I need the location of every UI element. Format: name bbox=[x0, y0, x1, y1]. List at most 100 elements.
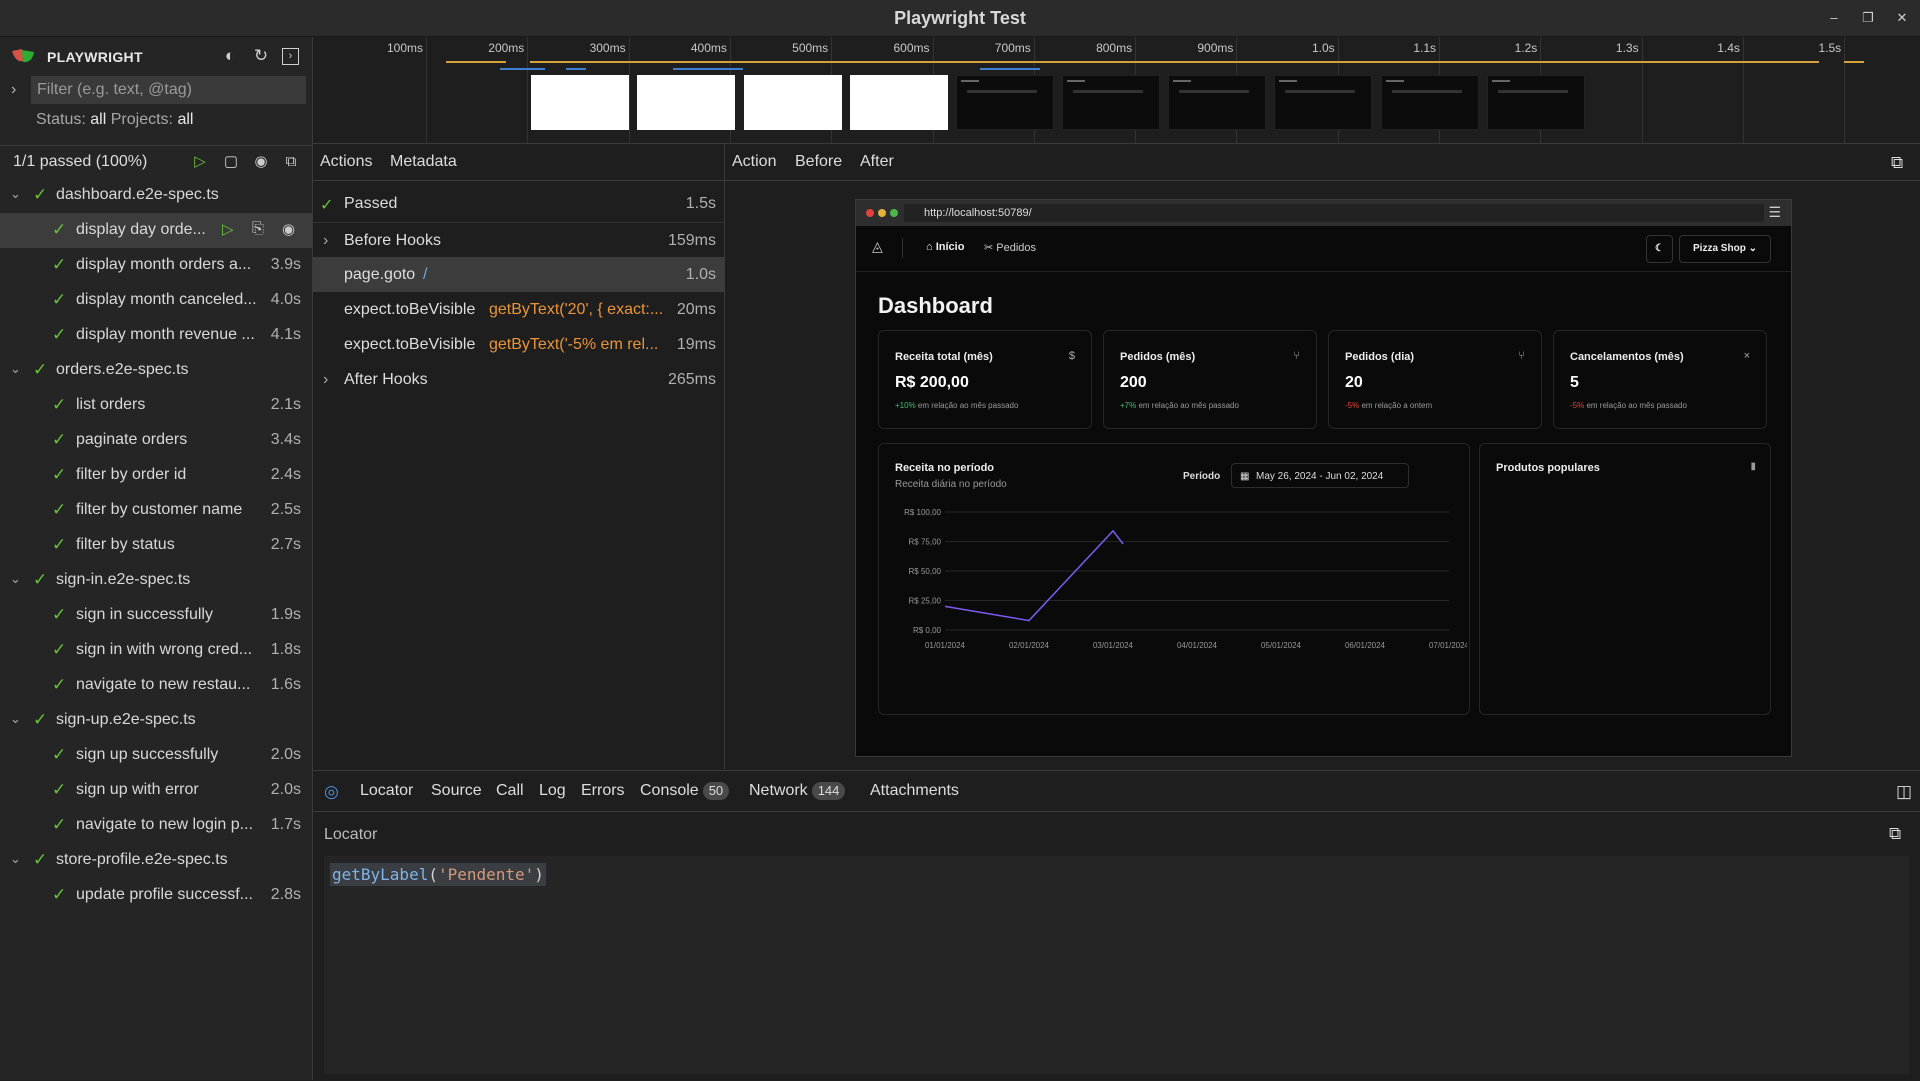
layout-toggle-icon[interactable]: ◫ bbox=[1896, 782, 1912, 802]
test-duration: 1.6s bbox=[270, 676, 301, 693]
filmstrip-frame[interactable] bbox=[1487, 75, 1585, 130]
tab-network[interactable]: Network 144 bbox=[749, 782, 846, 800]
close-icon[interactable]: ✕ bbox=[1892, 8, 1912, 28]
timeline-bar bbox=[530, 61, 1819, 63]
tab-attachments[interactable]: Attachments bbox=[870, 782, 959, 800]
test-row[interactable]: ✓ paginate orders 3.4s bbox=[0, 423, 312, 458]
chevron-down-icon[interactable]: ⌄ bbox=[10, 571, 21, 587]
tab-log[interactable]: Log bbox=[539, 782, 566, 800]
watch-test-icon[interactable]: ◉ bbox=[282, 220, 295, 238]
test-name: filter by status bbox=[76, 536, 175, 553]
tab-locator[interactable]: Locator bbox=[360, 782, 413, 800]
test-file-row[interactable]: ⌄ ✓ sign-in.e2e-spec.ts bbox=[0, 563, 312, 598]
tab-call[interactable]: Call bbox=[496, 782, 524, 800]
filmstrip-frame[interactable] bbox=[1274, 75, 1372, 130]
tab-action[interactable]: Action bbox=[732, 153, 776, 171]
collapse-sidebar-icon[interactable]: › bbox=[282, 48, 299, 65]
tab-errors[interactable]: Errors bbox=[581, 782, 625, 800]
test-row[interactable]: ✓ navigate to new restau... 1.6s bbox=[0, 668, 312, 703]
action-row-expect-1[interactable]: expect.toBeVisible getByText('20', { exa… bbox=[313, 292, 724, 327]
tab-after[interactable]: After bbox=[860, 153, 894, 171]
chevron-down-icon[interactable]: ⌄ bbox=[10, 361, 21, 377]
pick-locator-icon[interactable]: ◎ bbox=[324, 782, 339, 802]
chevron-down-icon[interactable]: ⌄ bbox=[10, 186, 21, 202]
stop-icon[interactable]: ▢ bbox=[222, 153, 240, 171]
snapshot-browser: http://localhost:50789/ ☰ ◬ ⌂ Início ✂ P… bbox=[855, 199, 1792, 757]
filmstrip-frame[interactable] bbox=[531, 75, 629, 130]
chevron-right-icon[interactable]: › bbox=[323, 371, 328, 389]
test-file-row[interactable]: ⌄ ✓ orders.e2e-spec.ts bbox=[0, 353, 312, 388]
locator-code[interactable]: getByLabel('Pendente') bbox=[330, 863, 546, 886]
tab-console[interactable]: Console 50 bbox=[640, 782, 730, 800]
filmstrip-frame[interactable] bbox=[744, 75, 842, 130]
x-tick-label: 02/01/2024 bbox=[1009, 641, 1050, 650]
action-row-passed[interactable]: ✓ Passed 1.5s bbox=[313, 186, 724, 221]
minimize-icon[interactable]: – bbox=[1824, 8, 1844, 28]
test-duration: 1.9s bbox=[270, 606, 301, 623]
test-row[interactable]: ✓ display month revenue ... 4.1s bbox=[0, 318, 312, 353]
y-tick-label: R$ 100,00 bbox=[904, 508, 941, 517]
filmstrip-frame[interactable] bbox=[956, 75, 1054, 130]
x-tick-label: 05/01/2024 bbox=[1261, 641, 1302, 650]
test-row[interactable]: ✓ filter by order id 2.4s bbox=[0, 458, 312, 493]
action-row-goto[interactable]: page.goto / 1.0s bbox=[313, 257, 724, 292]
projects-value[interactable]: all bbox=[177, 111, 193, 128]
open-source-icon[interactable]: ⎘ bbox=[252, 220, 264, 237]
collapse-all-icon[interactable]: ⧉ bbox=[282, 153, 300, 171]
test-file-row[interactable]: ⌄ ✓ dashboard.e2e-spec.ts bbox=[0, 178, 312, 213]
test-row[interactable]: ✓ sign in successfully 1.9s bbox=[0, 598, 312, 633]
action-row-expect-2[interactable]: expect.toBeVisible getByText('-5% em rel… bbox=[313, 327, 724, 362]
theme-toggle-icon[interactable]: ◐ bbox=[220, 46, 240, 66]
test-row[interactable]: ✓ display day orde... ▷ ⎘ ◉ bbox=[0, 213, 312, 248]
card-title: Pedidos (dia) bbox=[1345, 351, 1415, 363]
filmstrip-frame[interactable] bbox=[850, 75, 948, 130]
watch-icon[interactable]: ◉ bbox=[252, 153, 270, 171]
tab-metadata[interactable]: Metadata bbox=[390, 153, 457, 171]
status-filter[interactable]: Status: all Projects: all bbox=[36, 111, 193, 129]
reload-icon[interactable]: ↻ bbox=[251, 46, 271, 66]
test-row[interactable]: ✓ display month canceled... 4.0s bbox=[0, 283, 312, 318]
brand-label: PLAYWRIGHT bbox=[47, 49, 143, 65]
test-file-row[interactable]: ⌄ ✓ sign-up.e2e-spec.ts bbox=[0, 703, 312, 738]
chevron-right-icon[interactable]: › bbox=[11, 81, 16, 99]
filmstrip-frame[interactable] bbox=[1168, 75, 1266, 130]
card-title: Receita total (mês) bbox=[895, 351, 993, 363]
test-row[interactable]: ✓ display month orders a... 3.9s bbox=[0, 248, 312, 283]
menu-icon: ☰ bbox=[1768, 204, 1781, 220]
test-row[interactable]: ✓ sign up successfully 2.0s bbox=[0, 738, 312, 773]
test-row[interactable]: ✓ filter by status 2.7s bbox=[0, 528, 312, 563]
chevron-down-icon[interactable]: ⌄ bbox=[10, 711, 21, 727]
open-external-icon[interactable]: ⧉ bbox=[1891, 153, 1903, 173]
run-all-icon[interactable]: ▷ bbox=[191, 153, 209, 171]
test-row[interactable]: ✓ sign up with error 2.0s bbox=[0, 773, 312, 808]
tab-before[interactable]: Before bbox=[795, 153, 842, 171]
timeline[interactable]: 100ms 200ms 300ms 400ms 500ms 600ms 700ms 800ms… bbox=[313, 37, 1920, 144]
run-test-icon[interactable]: ▷ bbox=[222, 220, 234, 238]
filter-input[interactable] bbox=[31, 76, 306, 104]
metric-card: Pedidos (mês) ⑂ 200 +7% em relação ao mê… bbox=[1103, 330, 1317, 429]
locator-editor[interactable]: getByLabel('Pendente') bbox=[324, 856, 1909, 1074]
test-name: display month orders a... bbox=[76, 256, 252, 273]
action-row-before-hooks[interactable]: › Before Hooks 159ms bbox=[313, 222, 724, 258]
test-row[interactable]: ✓ list orders 2.1s bbox=[0, 388, 312, 423]
test-row[interactable]: ✓ filter by customer name 2.5s bbox=[0, 493, 312, 528]
test-row[interactable]: ✓ update profile successf... 2.8s bbox=[0, 878, 312, 913]
chevron-right-icon[interactable]: › bbox=[323, 232, 328, 250]
tab-source[interactable]: Source bbox=[431, 782, 482, 800]
test-file-name: dashboard.e2e-spec.ts bbox=[56, 186, 219, 203]
tab-actions[interactable]: Actions bbox=[320, 153, 372, 171]
test-row[interactable]: ✓ navigate to new login p... 1.7s bbox=[0, 808, 312, 843]
action-row-after-hooks[interactable]: › After Hooks 265ms bbox=[313, 362, 724, 397]
copy-icon[interactable]: ⧉ bbox=[1889, 824, 1901, 844]
chevron-down-icon[interactable]: ⌄ bbox=[10, 851, 21, 867]
status-value[interactable]: all bbox=[90, 111, 106, 128]
timeline-tick: 1.4s bbox=[1717, 37, 1744, 143]
filmstrip-frame[interactable] bbox=[1381, 75, 1479, 130]
check-icon: ✓ bbox=[33, 850, 48, 869]
maximize-icon[interactable]: ❐ bbox=[1858, 8, 1878, 28]
test-row[interactable]: ✓ sign in with wrong cred... 1.8s bbox=[0, 633, 312, 668]
test-file-row[interactable]: ⌄ ✓ store-profile.e2e-spec.ts bbox=[0, 843, 312, 878]
filmstrip-frame[interactable] bbox=[637, 75, 735, 130]
filmstrip-frame[interactable] bbox=[1062, 75, 1160, 130]
revenue-chart: R$ 100,00 R$ 75,00 R$ 50,00 R$ 25,00 R$ 0,00… bbox=[904, 508, 1467, 650]
